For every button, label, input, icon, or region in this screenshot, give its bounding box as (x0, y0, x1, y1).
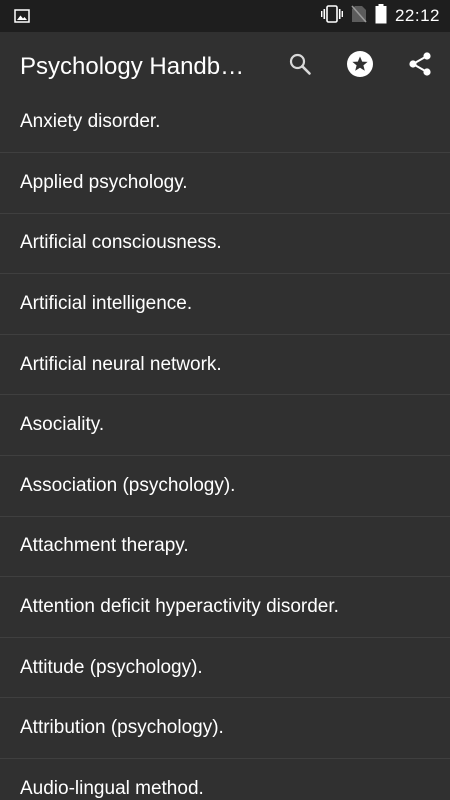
battery-icon (375, 3, 387, 29)
favorites-button[interactable] (346, 50, 374, 83)
page-title: Psychology Handb… (20, 53, 245, 80)
search-icon (288, 52, 312, 81)
status-bar: 22:12 (0, 0, 450, 32)
star-icon (346, 50, 374, 83)
list-item-label: Association (psychology). (20, 474, 236, 496)
vibrate-icon (320, 4, 343, 28)
list-item[interactable]: Association (psychology). (0, 455, 450, 517)
list-item[interactable]: Artificial neural network. (0, 334, 450, 396)
status-icons: 22:12 (320, 0, 440, 32)
list-item-label: Audio-lingual method. (20, 777, 204, 799)
search-button[interactable] (286, 52, 314, 80)
list-item-label: Attention deficit hyperactivity disorder… (20, 595, 339, 617)
list-item-label: Applied psychology. (20, 171, 188, 193)
no-sim-icon (351, 4, 367, 28)
list-item[interactable]: Attachment therapy. (0, 516, 450, 578)
list-item[interactable]: Attribution (psychology). (0, 698, 450, 759)
list-item[interactable]: Anxiety disorder. (0, 92, 450, 153)
list-item-label: Asociality. (20, 414, 105, 436)
list-item-label: Attachment therapy. (20, 535, 189, 557)
share-button[interactable] (406, 51, 434, 82)
list-item-label: Attitude (psychology). (20, 656, 203, 678)
list-item[interactable]: Artificial consciousness. (0, 213, 450, 275)
list-item[interactable]: Attention deficit hyperactivity disorder… (0, 577, 450, 638)
list-item[interactable]: Artificial intelligence. (0, 274, 450, 335)
status-time: 22:12 (394, 6, 440, 25)
list-item-label: Artificial neural network. (20, 353, 222, 375)
gallery-icon (14, 8, 30, 24)
topic-list: Anxiety disorder. Applied psychology. Ar… (0, 92, 450, 800)
list-item-label: Anxiety disorder. (20, 111, 161, 132)
list-item[interactable]: Audio-lingual method. (0, 758, 450, 800)
list-item-label: Artificial intelligence. (20, 292, 193, 314)
share-icon (407, 51, 433, 82)
list-item[interactable]: Asociality. (0, 395, 450, 456)
list-item-label: Artificial consciousness. (20, 232, 222, 254)
list-item[interactable]: Attitude (psychology). (0, 637, 450, 699)
list-item-label: Attribution (psychology). (20, 717, 224, 739)
list-item[interactable]: Applied psychology. (0, 153, 450, 214)
